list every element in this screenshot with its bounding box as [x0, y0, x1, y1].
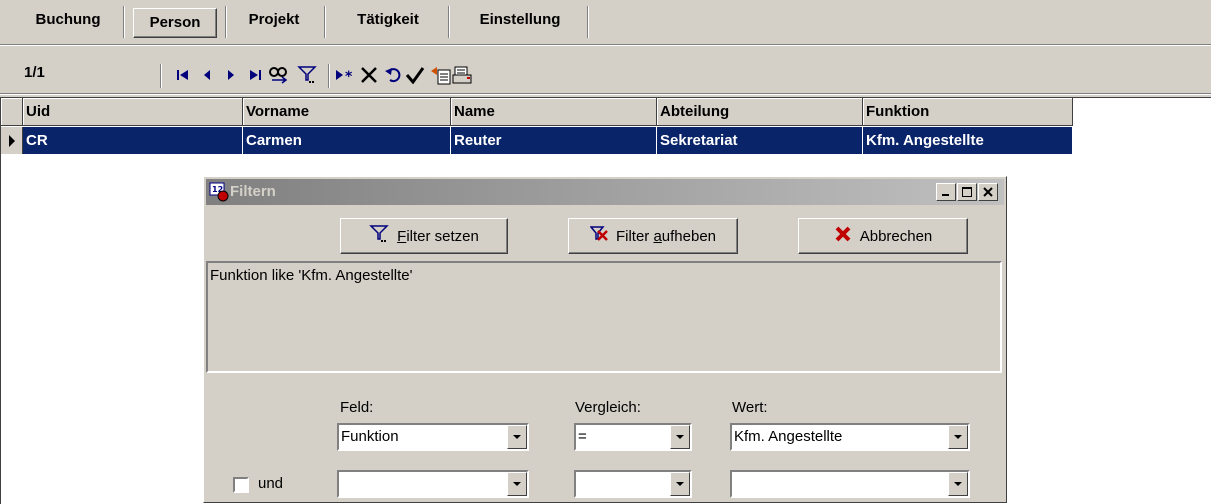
and-label: und: [258, 475, 284, 492]
filter-icon: [369, 225, 389, 247]
dialog-app-icon: 12: [209, 182, 231, 206]
tab-taetigkeit[interactable]: Tätigkeit: [334, 4, 442, 36]
filter-icon[interactable]: [296, 62, 318, 88]
table-cell[interactable]: CR: [23, 127, 243, 154]
row-indicator-header: [1, 98, 23, 126]
clear-filter-button[interactable]: Filter aufheben: [568, 218, 738, 254]
column-header-uid[interactable]: Uid: [23, 98, 243, 126]
table-cell[interactable]: Kfm. Angestellte: [863, 127, 1073, 154]
delete-record-icon[interactable]: [358, 62, 380, 88]
value-select-1[interactable]: Kfm. Angestellte: [730, 423, 970, 451]
divider: [0, 44, 1211, 46]
tab-projekt[interactable]: Projekt: [234, 4, 314, 36]
filter-dialog: 12 Filtern Filter setzen Filter aufheben…: [203, 176, 1007, 503]
current-row-indicator-icon: [1, 127, 23, 154]
compare-select-2[interactable]: [574, 470, 692, 498]
last-record-icon[interactable]: [244, 62, 266, 88]
value-select-2[interactable]: [730, 470, 970, 498]
dropdown-arrow-icon[interactable]: [670, 425, 690, 449]
column-header-funktion[interactable]: Funktion: [863, 98, 1073, 126]
table-cell[interactable]: Carmen: [243, 127, 451, 154]
tab-bar: Buchung Person Projekt Tätigkeit Einstel…: [0, 0, 1211, 44]
tab-person[interactable]: Person: [133, 8, 217, 38]
table-cell[interactable]: Reuter: [451, 127, 657, 154]
insert-record-icon[interactable]: *: [334, 62, 356, 88]
field-select-2[interactable]: [337, 470, 529, 498]
record-counter: 1/1: [24, 64, 45, 81]
cancel-x-icon: [834, 225, 852, 247]
maximize-icon[interactable]: [957, 183, 977, 201]
dropdown-arrow-icon[interactable]: [670, 472, 690, 496]
tab-buchung[interactable]: Buchung: [18, 4, 118, 36]
minimize-icon[interactable]: [936, 183, 956, 201]
tab-einstellung[interactable]: Einstellung: [458, 4, 582, 36]
close-icon[interactable]: [978, 183, 998, 201]
dropdown-arrow-icon[interactable]: [948, 472, 968, 496]
dropdown-arrow-icon[interactable]: [948, 425, 968, 449]
field-label: Feld:: [340, 399, 374, 416]
filter-expression-text[interactable]: Funktion like 'Kfm. Angestellte': [206, 261, 1002, 373]
svg-text:*: *: [345, 69, 353, 82]
cancel-button[interactable]: Abbrechen: [798, 218, 968, 254]
dialog-title: Filtern: [230, 183, 276, 200]
post-checkmark-icon[interactable]: [404, 62, 426, 88]
column-header-abteilung[interactable]: Abteilung: [657, 98, 863, 126]
column-header-name[interactable]: Name: [451, 98, 657, 126]
first-record-icon[interactable]: [172, 62, 194, 88]
dropdown-arrow-icon[interactable]: [507, 425, 527, 449]
compare-select-1[interactable]: =: [574, 423, 692, 451]
and-checkbox[interactable]: [233, 477, 249, 493]
dialog-titlebar[interactable]: 12 Filtern: [206, 179, 1004, 205]
value-label: Wert:: [732, 399, 768, 416]
prev-record-icon[interactable]: [196, 62, 218, 88]
dropdown-arrow-icon[interactable]: [507, 472, 527, 496]
search-binoculars-icon[interactable]: [268, 62, 290, 88]
clear-filter-icon: [589, 226, 608, 246]
column-header-vorname[interactable]: Vorname: [243, 98, 451, 126]
set-filter-button[interactable]: Filter setzen: [340, 218, 508, 254]
next-record-icon[interactable]: [220, 62, 242, 88]
table-cell[interactable]: Sekretariat: [657, 127, 863, 154]
undo-icon[interactable]: [382, 62, 404, 88]
divider: [0, 93, 1211, 95]
print-icon[interactable]: [452, 62, 474, 88]
export-icon[interactable]: [430, 62, 452, 88]
field-select-1[interactable]: Funktion: [337, 423, 529, 451]
compare-label: Vergleich:: [575, 399, 641, 416]
